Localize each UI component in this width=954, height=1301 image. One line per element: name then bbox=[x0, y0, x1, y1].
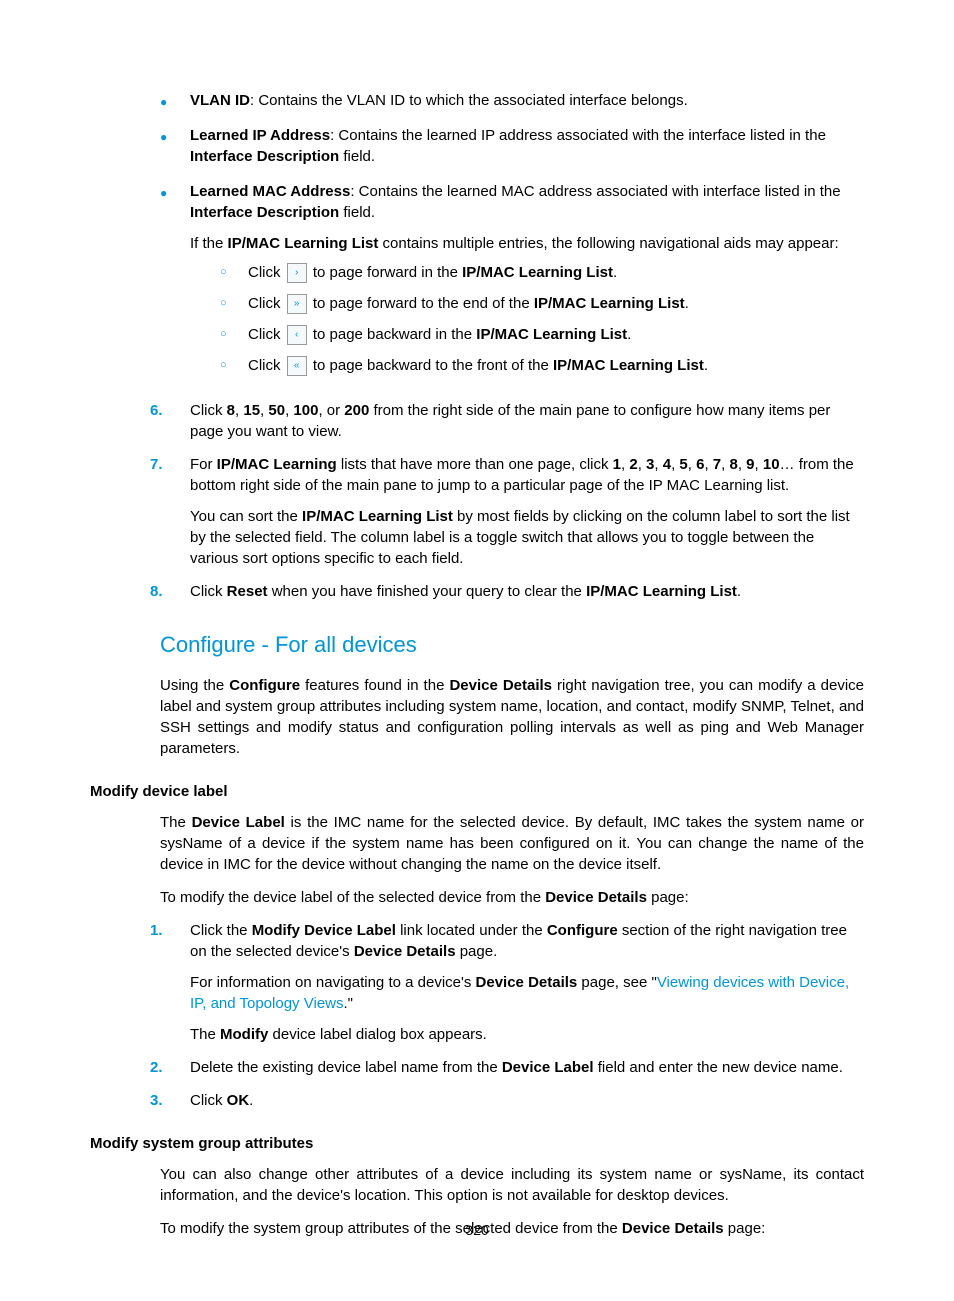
bullet-text: Learned MAC Address: Contains the learne… bbox=[190, 181, 864, 386]
mdl-step-1-para2: For information on navigating to a devic… bbox=[190, 972, 864, 1014]
mdl-para1: The Device Label is the IMC name for the… bbox=[160, 812, 864, 875]
term: VLAN ID bbox=[190, 92, 250, 109]
nav-item: ○ Click » to page forward to the end of … bbox=[220, 293, 864, 314]
circle-marker: ○ bbox=[220, 296, 248, 311]
step-number: 7. bbox=[150, 454, 190, 569]
bullet-item: ● Learned IP Address: Contains the learn… bbox=[160, 125, 864, 167]
step-8: 8. Click Reset when you have finished yo… bbox=[150, 581, 864, 602]
mdl-step-3: 3. Click OK. bbox=[150, 1090, 864, 1111]
step-7: 7. For IP/MAC Learning lists that have m… bbox=[150, 454, 864, 569]
nav-item: ○ Click « to page backward to the front … bbox=[220, 355, 864, 376]
mdl-step-1: 1. Click the Modify Device Label link lo… bbox=[150, 920, 864, 1045]
step-6: 6. Click 8, 15, 50, 100, or 200 from the… bbox=[150, 400, 864, 442]
page-end-icon: » bbox=[287, 294, 307, 314]
nav-item: ○ Click › to page forward in the IP/MAC … bbox=[220, 262, 864, 283]
step-number: 6. bbox=[150, 400, 190, 442]
heading-modify-device-label: Modify device label bbox=[90, 781, 864, 802]
step-number: 8. bbox=[150, 581, 190, 602]
step-number: 1. bbox=[150, 920, 190, 1045]
document-page: ● VLAN ID: Contains the VLAN ID to which… bbox=[0, 0, 954, 1301]
step-number: 3. bbox=[150, 1090, 190, 1111]
mdl-para2: To modify the device label of the select… bbox=[160, 887, 864, 908]
msg-para1: You can also change other attributes of … bbox=[160, 1164, 864, 1206]
bullet-item: ● VLAN ID: Contains the VLAN ID to which… bbox=[160, 90, 864, 111]
page-back-icon: ‹ bbox=[287, 325, 307, 345]
bullet-item: ● Learned MAC Address: Contains the lear… bbox=[160, 181, 864, 386]
nav-intro: If the IP/MAC Learning List contains mul… bbox=[190, 233, 864, 254]
nav-item: ○ Click ‹ to page backward in the IP/MAC… bbox=[220, 324, 864, 345]
bullet-marker: ● bbox=[160, 125, 190, 167]
bullet-text: VLAN ID: Contains the VLAN ID to which t… bbox=[190, 90, 864, 111]
mdl-step-2: 2. Delete the existing device label name… bbox=[150, 1057, 864, 1078]
bullet-marker: ● bbox=[160, 90, 190, 111]
circle-marker: ○ bbox=[220, 265, 248, 280]
heading-modify-system-group: Modify system group attributes bbox=[90, 1133, 864, 1154]
step-7-para2: You can sort the IP/MAC Learning List by… bbox=[190, 506, 864, 569]
heading-configure: Configure - For all devices bbox=[160, 630, 864, 661]
configure-intro: Using the Configure features found in th… bbox=[160, 675, 864, 759]
circle-marker: ○ bbox=[220, 327, 248, 342]
bullet-text: Learned IP Address: Contains the learned… bbox=[190, 125, 864, 167]
page-forward-icon: › bbox=[287, 263, 307, 283]
bullet-marker: ● bbox=[160, 181, 190, 386]
mdl-step-1-para3: The Modify device label dialog box appea… bbox=[190, 1024, 864, 1045]
circle-marker: ○ bbox=[220, 358, 248, 373]
page-start-icon: « bbox=[287, 356, 307, 376]
page-number: 320 bbox=[0, 1221, 954, 1241]
step-number: 2. bbox=[150, 1057, 190, 1078]
term: Learned MAC Address bbox=[190, 183, 350, 200]
term: Learned IP Address bbox=[190, 127, 330, 144]
